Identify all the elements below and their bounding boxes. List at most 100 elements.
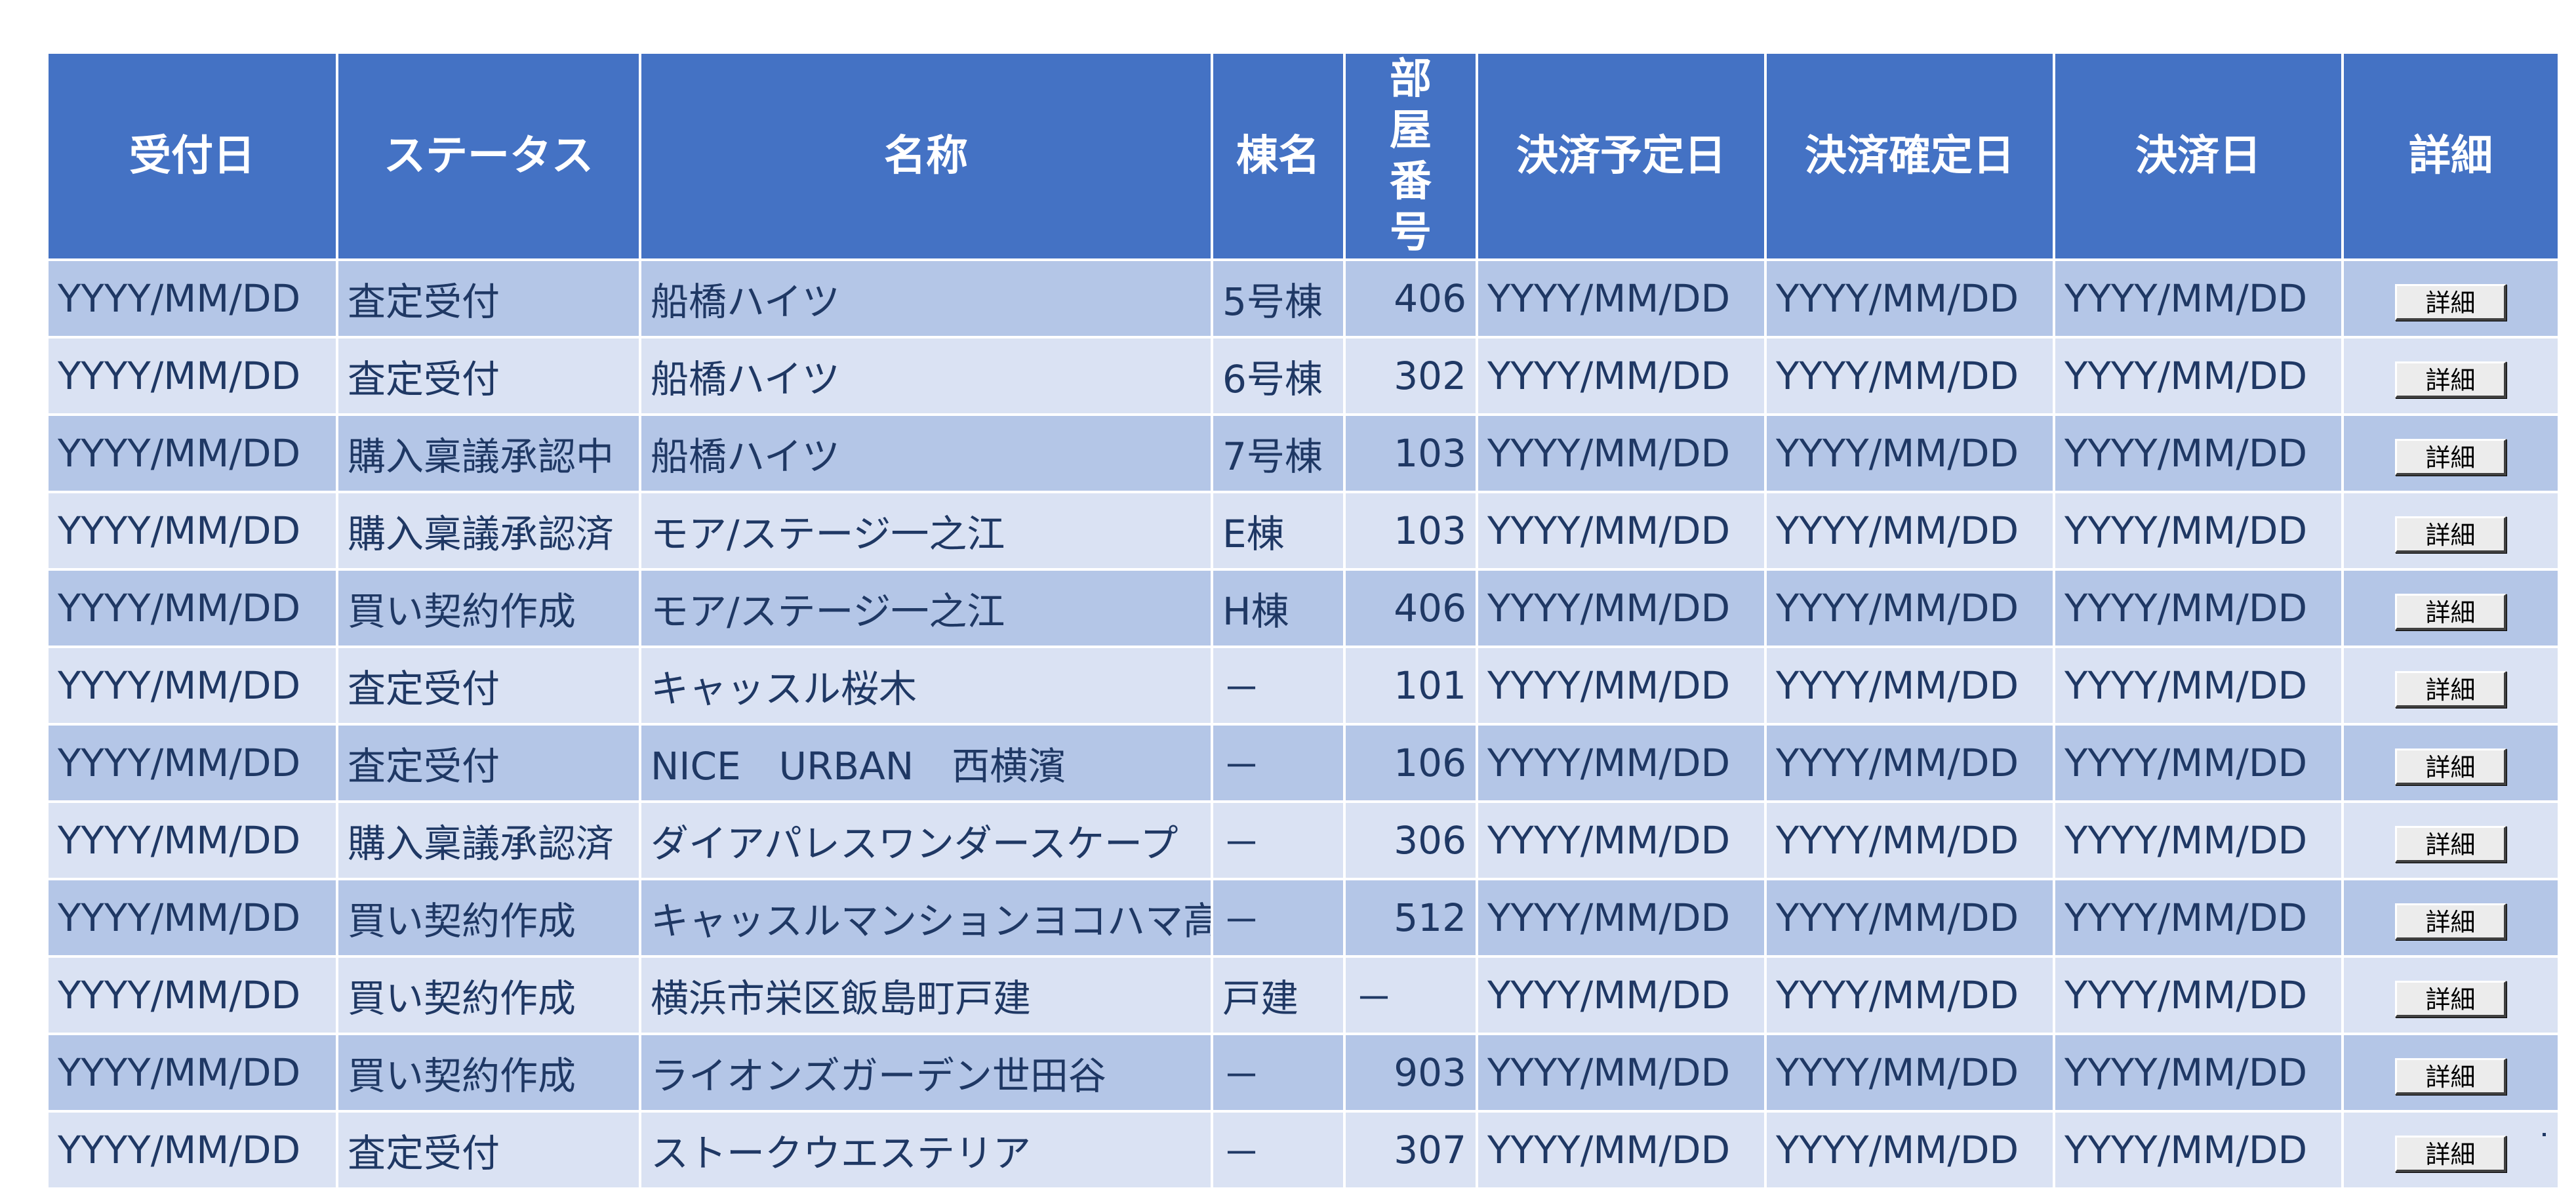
cell-status: 購入稟議承認済	[336, 800, 641, 880]
header-building: 棟名	[1211, 51, 1346, 261]
table-row: YYYY/MM/DD 買い契約作成 モア/ステージ一之江 H棟 406 YYYY/MM/D…	[46, 568, 2560, 648]
detail-button[interactable]: 詳細	[2395, 981, 2506, 1017]
cell-building: H棟	[1211, 568, 1346, 648]
cell-payment-confirmed-date: YYYY/MM/DD	[1764, 800, 2055, 880]
detail-button[interactable]: 詳細	[2395, 516, 2506, 553]
cell-detail: 詳細	[2341, 723, 2560, 803]
cell-payment-date: YYYY/MM/DD	[2053, 723, 2344, 803]
resize-grip-icon	[2543, 1133, 2546, 1136]
cell-payment-planned-date: YYYY/MM/DD	[1476, 1033, 1767, 1113]
cell-status: 買い契約作成	[336, 955, 641, 1035]
header-payment-confirmed-date: 決済確定日	[1764, 51, 2055, 261]
table-row: YYYY/MM/DD 査定受付 キャッスル桜木－ 101 YYYY/MM/DD YYYY/…	[46, 646, 2560, 726]
cell-payment-confirmed-date: YYYY/MM/DD	[1764, 646, 2055, 726]
header-detail: 詳細	[2341, 51, 2560, 261]
cell-payment-confirmed-date: YYYY/MM/DD	[1764, 413, 2055, 493]
cell-building: 5号棟	[1211, 258, 1346, 339]
cell-property-name: 横浜市栄区飯島町戸建	[639, 955, 1213, 1035]
cell-room-number: 307	[1343, 1110, 1478, 1190]
cell-payment-planned-date: YYYY/MM/DD	[1476, 1110, 1767, 1190]
cell-payment-date: YYYY/MM/DD	[2053, 1033, 2344, 1113]
cell-building: 戸建	[1211, 955, 1346, 1035]
cell-room-number: 106	[1343, 723, 1478, 803]
cell-property-name: NICE URBAN 西横濱	[639, 723, 1213, 803]
cell-property-name: ストークウエステリア	[639, 1110, 1213, 1190]
cell-detail: 詳細	[2341, 568, 2560, 648]
cell-payment-confirmed-date: YYYY/MM/DD	[1764, 723, 2055, 803]
cell-status: 購入稟議承認中	[336, 413, 641, 493]
cell-payment-confirmed-date: YYYY/MM/DD	[1764, 336, 2055, 416]
table-row: YYYY/MM/DD 買い契約作成 ライオンズガーデン世田谷－ 903 YYYY/MM/…	[46, 1033, 2560, 1113]
header-date: 受付日	[46, 51, 338, 261]
cell-property-name: キャッスル桜木	[639, 646, 1213, 726]
cell-payment-date: YYYY/MM/DD	[2053, 646, 2344, 726]
detail-button[interactable]: 詳細	[2395, 903, 2506, 940]
cell-room-number: 101	[1343, 646, 1478, 726]
cell-room-number: 903	[1343, 1033, 1478, 1113]
cell-building: －	[1211, 646, 1346, 726]
cell-room-number: 103	[1343, 491, 1478, 571]
cell-status: 査定受付	[336, 1110, 641, 1190]
cell-status: 買い契約作成	[336, 1033, 641, 1113]
cell-building: －	[1211, 1110, 1346, 1190]
cell-status: 購入稟議承認済	[336, 491, 641, 571]
cell-payment-planned-date: YYYY/MM/DD	[1476, 878, 1767, 958]
cell-payment-date: YYYY/MM/DD	[2053, 413, 2344, 493]
cell-payment-planned-date: YYYY/MM/DD	[1476, 646, 1767, 726]
cell-payment-planned-date: YYYY/MM/DD	[1476, 413, 1767, 493]
header-name: 名称	[639, 51, 1213, 261]
header-payment-planned-date: 決済予定日	[1476, 51, 1767, 261]
header-payment-date: 決済日	[2053, 51, 2344, 261]
detail-button[interactable]: 詳細	[2395, 284, 2506, 321]
detail-button[interactable]: 詳細	[2395, 361, 2506, 398]
cell-received-date: YYYY/MM/DD	[46, 491, 338, 571]
cell-status: 査定受付	[336, 723, 641, 803]
cell-received-date: YYYY/MM/DD	[46, 878, 338, 958]
cell-detail: 詳細	[2341, 413, 2560, 493]
cell-received-date: YYYY/MM/DD	[46, 800, 338, 880]
cell-detail: 詳細	[2341, 1033, 2560, 1113]
detail-button[interactable]: 詳細	[2395, 749, 2506, 785]
cell-property-name: ダイアパレスワンダースケープ	[639, 800, 1213, 880]
table-row: YYYY/MM/DD 査定受付 NICE URBAN 西横濱－ 106 YYYY/MM/…	[46, 723, 2560, 803]
cell-room-number: 406	[1343, 258, 1478, 339]
cell-received-date: YYYY/MM/DD	[46, 1033, 338, 1113]
cell-detail: 詳細	[2341, 800, 2560, 880]
cell-received-date: YYYY/MM/DD	[46, 568, 338, 648]
cell-property-name: モア/ステージ一之江	[639, 491, 1213, 571]
cell-detail: 詳細	[2341, 258, 2560, 339]
table-row: YYYY/MM/DD買い契約作成キャッスルマンションヨコハマ高島台－512YYY…	[46, 878, 2560, 958]
detail-button[interactable]: 詳細	[2395, 1058, 2506, 1095]
cell-received-date: YYYY/MM/DD	[46, 1110, 338, 1190]
table-row: YYYY/MM/DD 査定受付 船橋ハイツ 6号棟 302 YYYY/MM/DD YYYY/…	[46, 336, 2560, 416]
cell-building: 7号棟	[1211, 413, 1346, 493]
detail-button[interactable]: 詳細	[2395, 594, 2506, 630]
cell-payment-date: YYYY/MM/DD	[2053, 800, 2344, 880]
cell-detail: 詳細	[2341, 491, 2560, 571]
cell-status: 査定受付	[336, 646, 641, 726]
cell-payment-confirmed-date: YYYY/MM/DD	[1764, 258, 2055, 339]
cell-building: －	[1211, 800, 1346, 880]
cell-payment-confirmed-date: YYYY/MM/DD	[1764, 955, 2055, 1035]
cell-payment-planned-date: YYYY/MM/DD	[1476, 491, 1767, 571]
cell-received-date: YYYY/MM/DD	[46, 646, 338, 726]
cell-property-name: 船橋ハイツ	[639, 258, 1213, 339]
cell-building: 6号棟	[1211, 336, 1346, 416]
header-room-number-label: 部屋番号	[1390, 55, 1432, 257]
cell-building: E棟	[1211, 491, 1346, 571]
cell-payment-date: YYYY/MM/DD	[2053, 336, 2344, 416]
cell-property-name: 船橋ハイツ	[639, 413, 1213, 493]
cell-payment-date: YYYY/MM/DD	[2053, 491, 2344, 571]
cell-payment-confirmed-date: YYYY/MM/DD	[1764, 491, 2055, 571]
cell-building: －	[1211, 878, 1346, 958]
cell-payment-planned-date: YYYY/MM/DD	[1476, 955, 1767, 1035]
cell-received-date: YYYY/MM/DD	[46, 413, 338, 493]
detail-button[interactable]: 詳細	[2395, 826, 2506, 863]
cell-room-number: －	[1343, 955, 1478, 1035]
cell-payment-planned-date: YYYY/MM/DD	[1476, 723, 1767, 803]
detail-button[interactable]: 詳細	[2395, 1136, 2506, 1172]
detail-button[interactable]: 詳細	[2395, 671, 2506, 708]
cell-payment-planned-date: YYYY/MM/DD	[1476, 258, 1767, 339]
cell-building: －	[1211, 723, 1346, 803]
detail-button[interactable]: 詳細	[2395, 439, 2506, 476]
